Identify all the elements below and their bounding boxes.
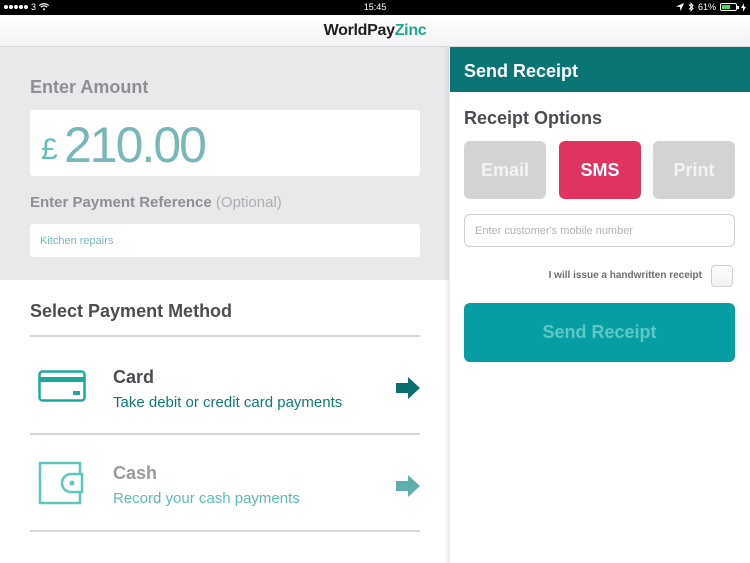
battery-icon [720,3,739,11]
handwritten-receipt-label: I will issue a handwritten receipt [548,270,702,281]
amount-input[interactable]: £ 210.00 [30,110,420,176]
charging-icon [741,2,746,12]
payment-reference-input[interactable] [30,224,420,257]
receipt-options-title: Receipt Options [464,108,603,128]
payment-panel: Enter Amount £ 210.00 Enter Payment Refe… [0,47,449,563]
status-bar: 3 15:45 61% [0,0,750,15]
logo-worldpay: WorldPay [323,22,395,39]
logo-zinc: Zinc [394,22,427,39]
battery-percent: 61% [697,2,716,12]
select-payment-method-title: Select Payment Method [30,301,233,321]
send-receipt-header: Send Receipt [450,47,750,92]
optional-label: (Optional) [215,194,282,211]
method-name-cash: Cash [113,463,158,483]
payment-method-cash[interactable]: Cash Record your cash payments [30,435,420,531]
method-name-card: Card [113,367,155,387]
receipt-option-print[interactable]: Print [653,141,735,199]
handwritten-receipt-checkbox[interactable] [711,265,733,287]
send-receipt-button[interactable]: Send Receipt [464,303,735,362]
credit-card-icon [38,370,86,402]
status-time: 15:45 [363,2,387,12]
method-description-cash: Record your cash payments [113,490,300,507]
receipt-option-email[interactable]: Email [464,141,546,199]
mobile-number-input[interactable] [464,214,735,247]
amount-section: Enter Amount £ 210.00 Enter Payment Refe… [0,47,449,280]
enter-amount-label: Enter Amount [30,77,149,97]
worldpay-zinc-logo: WorldPayZinc [324,22,427,40]
arrow-right-icon[interactable] [396,475,420,497]
status-right: 61% [675,2,746,12]
currency-symbol: £ [41,133,58,166]
bluetooth-icon [688,2,694,12]
location-icon [675,3,684,11]
send-receipt-title: Send Receipt [464,61,579,81]
battery-fill [722,5,730,9]
amount-value: 210.00 [64,117,207,173]
arrow-right-icon[interactable] [396,377,420,399]
receipt-option-sms[interactable]: SMS [559,141,641,199]
payment-method-card[interactable]: Card Take debit or credit card payments [30,337,420,433]
wallet-icon [38,461,84,505]
app-header: WorldPayZinc [0,15,750,47]
send-receipt-panel: Send Receipt Receipt Options Email SMS P… [450,47,750,563]
payment-reference-label: Enter Payment Reference (Optional) [30,194,282,211]
method-description-card: Take debit or credit card payments [113,394,343,411]
payment-reference-label-text: Enter Payment Reference [30,194,212,211]
divider [30,530,420,532]
